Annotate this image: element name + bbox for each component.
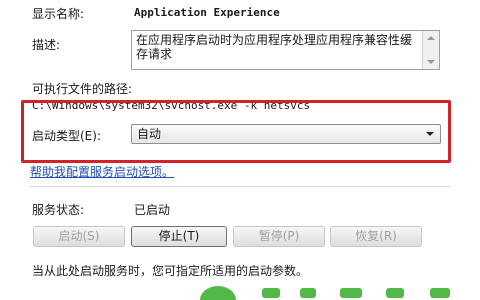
pause-button[interactable]: 暂停(P): [233, 226, 325, 247]
scroll-up-icon[interactable]: [427, 36, 435, 40]
service-status-label: 服务状态:: [32, 203, 85, 217]
display-name-label: 显示名称:: [32, 7, 85, 21]
service-status-value: 已启动: [134, 203, 171, 217]
resume-button[interactable]: 恢复(R): [330, 226, 422, 247]
stop-button[interactable]: 停止(T): [131, 226, 227, 247]
exe-path-label: 可执行文件的路径:: [32, 82, 133, 96]
watermark-mark: [340, 288, 362, 298]
description-label: 描述:: [32, 38, 61, 52]
scroll-down-icon[interactable]: [427, 60, 435, 64]
display-name-value: Application Experience: [134, 6, 280, 19]
start-button[interactable]: 启动(S): [33, 226, 125, 247]
watermark-mark: [430, 288, 450, 298]
startup-type-label: 启动类型(E):: [32, 129, 101, 143]
startup-type-selected: 自动: [137, 127, 162, 141]
description-text: 在应用程序启动时为应用程序处理应用程序兼容性缓存请求: [136, 33, 413, 61]
description-scrollbar[interactable]: [422, 31, 439, 69]
service-properties-general-tab: 显示名称: Application Experience 描述: 在应用程序启动…: [0, 0, 480, 300]
watermark-mark: [262, 288, 280, 298]
chevron-down-icon[interactable]: [426, 132, 434, 136]
startup-help-link[interactable]: 帮助我配置服务启动选项。: [30, 163, 174, 180]
start-parameters-hint: 当从此处启动服务时，您可指定所适用的启动参数。: [32, 264, 309, 278]
description-textbox[interactable]: 在应用程序启动时为应用程序处理应用程序兼容性缓存请求: [131, 30, 440, 70]
watermark-mark: [386, 288, 404, 298]
startup-type-select[interactable]: 自动: [131, 124, 441, 144]
watermark-logo-icon: [200, 286, 236, 300]
watermark-mark: [300, 288, 316, 298]
separator: [30, 186, 450, 187]
